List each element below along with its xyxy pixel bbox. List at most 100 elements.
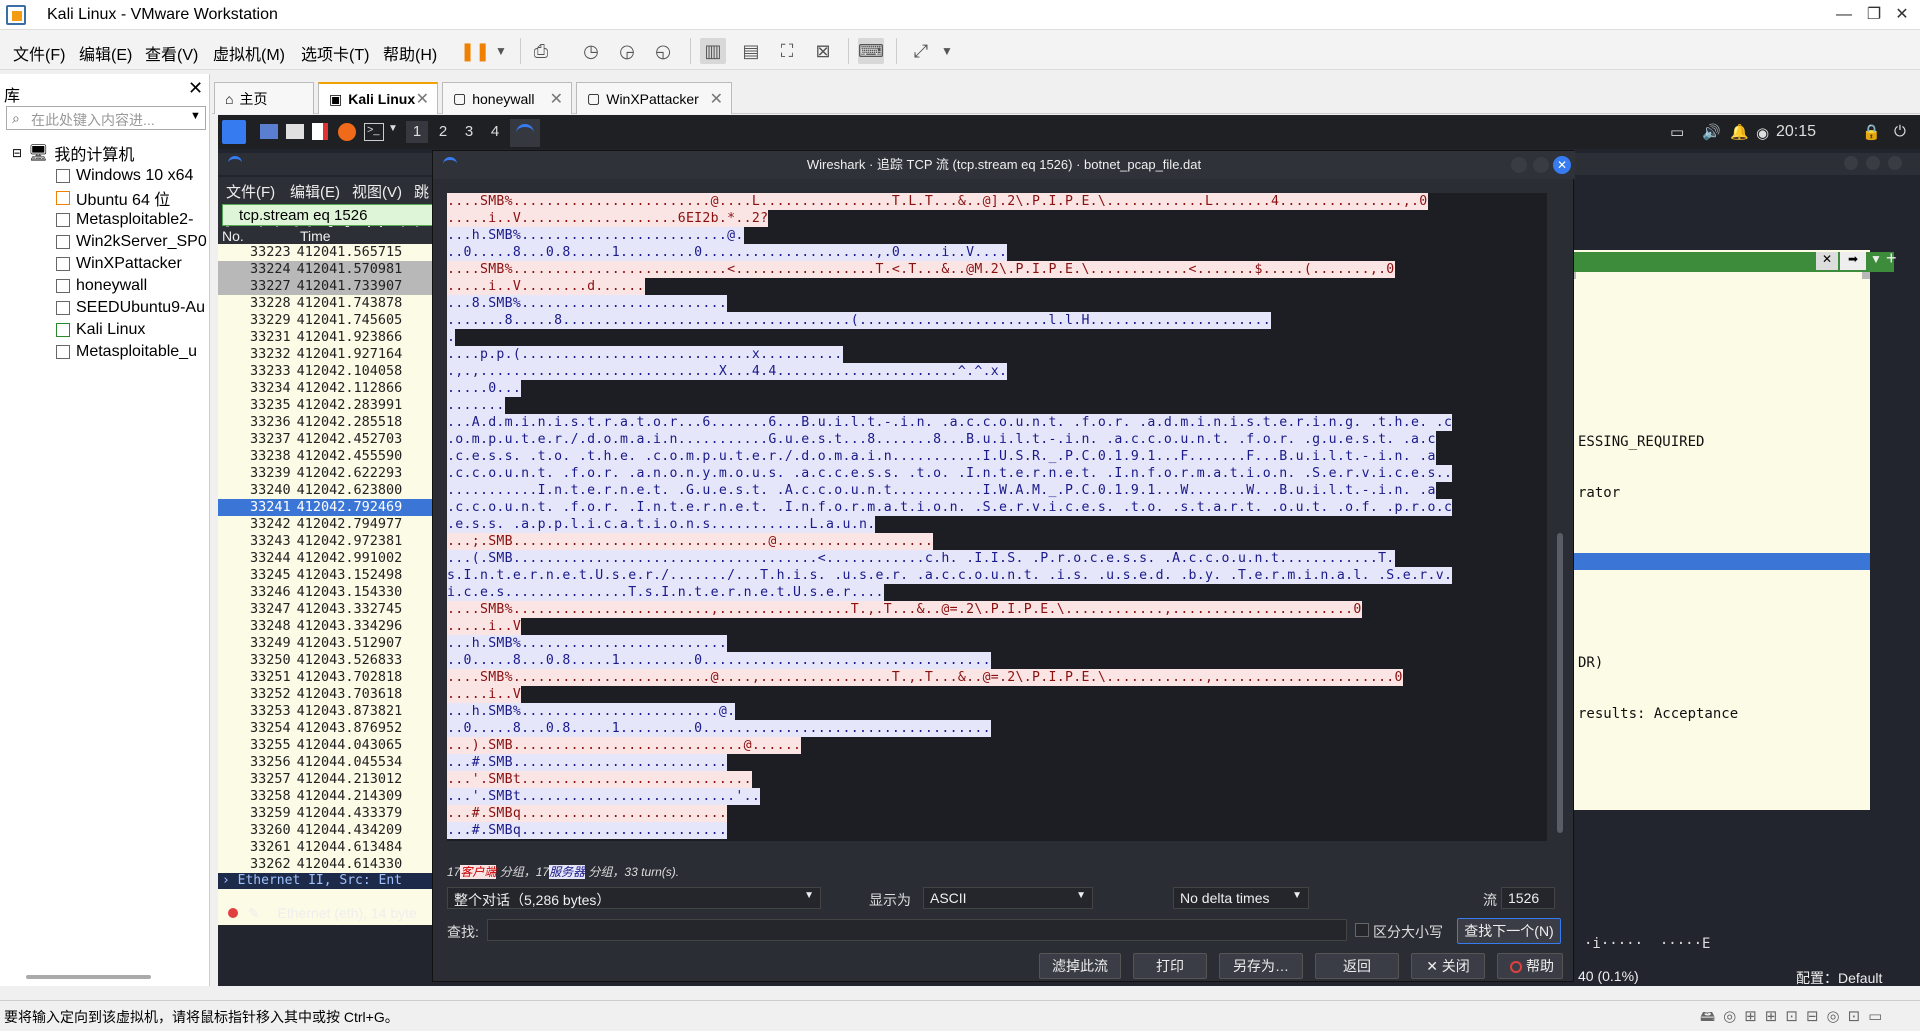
table-row[interactable]: 33237 412042.452703 [218, 431, 448, 448]
tree-vm-item[interactable]: Ubuntu 64 位 [56, 187, 170, 209]
table-row[interactable]: 33238 412042.455590 [218, 448, 448, 465]
table-row[interactable]: 33261 412044.613484 [218, 839, 448, 856]
table-row[interactable]: 33260 412044.434209 [218, 822, 448, 839]
snapshot-manager-icon[interactable]: ◵ [650, 38, 676, 64]
table-row[interactable]: 33244 412042.991002 [218, 550, 448, 567]
unity-icon[interactable]: ⊠ [810, 38, 836, 64]
table-row[interactable]: 33259 412044.433379 [218, 805, 448, 822]
library-search-input[interactable]: 在此处键入内容进... [6, 106, 206, 130]
menu-help[interactable]: 帮助(H) [383, 41, 437, 65]
minimize-icon[interactable] [1844, 156, 1858, 170]
add-filter-icon[interactable]: + [1886, 248, 1897, 269]
workspace-1[interactable]: 1 [406, 121, 428, 143]
power-icon[interactable]: ⏻ [1894, 123, 1906, 140]
display-icon[interactable]: ▭ [1670, 123, 1684, 141]
table-row[interactable]: 33252 412043.703618 [218, 686, 448, 703]
kali-menu-icon[interactable] [222, 120, 246, 144]
editor-icon[interactable] [312, 123, 328, 140]
table-row[interactable]: 33243 412042.972381 [218, 533, 448, 550]
filter-out-stream-button[interactable]: 滤掉此流 [1039, 953, 1121, 979]
save-as-button[interactable]: 另存为… [1219, 953, 1303, 979]
chevron-down-icon[interactable]: ▼ [934, 38, 960, 64]
help-button[interactable]: 帮助 [1497, 953, 1563, 979]
menu-vm[interactable]: 虚拟机(M) [213, 41, 285, 65]
table-row[interactable]: 33246 412043.154330 [218, 584, 448, 601]
case-sensitive-checkbox[interactable] [1355, 923, 1369, 937]
minimize-icon[interactable] [1511, 157, 1527, 173]
print-button[interactable]: 打印 [1133, 953, 1207, 979]
delta-select[interactable]: No delta times ▼ [1173, 887, 1309, 909]
send-keys-icon[interactable]: ⎙ [528, 38, 554, 64]
tree-vm-item[interactable]: honeywall [56, 275, 147, 297]
notification-icon[interactable]: 🔔 [1730, 123, 1749, 141]
find-next-button[interactable]: 查找下一个(N) [1457, 918, 1561, 944]
profile-label[interactable]: 配置：Default [1796, 968, 1882, 988]
snapshot-icon[interactable]: ◷ [578, 38, 604, 64]
display-filter-input[interactable]: tcp.stream eq 1526 [222, 204, 442, 226]
close-icon[interactable]: ✕ [710, 89, 723, 109]
find-input[interactable] [487, 919, 1347, 941]
chevron-down-icon[interactable]: ▼ [388, 123, 398, 134]
volume-icon[interactable]: 🔊 [1702, 123, 1721, 141]
tree-vm-item[interactable]: Metasploitable2- [56, 209, 193, 231]
firefox-icon[interactable] [338, 123, 356, 141]
ws-menu-edit[interactable]: 编辑(E) [290, 181, 340, 202]
library-view-icon[interactable]: ▥ [700, 38, 726, 64]
column-time[interactable]: Time [300, 228, 331, 244]
library-scrollbar[interactable] [26, 975, 151, 979]
stream-content[interactable]: ....SMB%........................@....L..… [447, 193, 1547, 841]
pause-icon[interactable]: ❚❚ [460, 38, 490, 64]
menu-view[interactable]: 查看(V) [145, 41, 198, 65]
table-row[interactable]: 33233 412042.104058 [218, 363, 448, 380]
stretch-icon[interactable]: ⤢ [908, 38, 934, 64]
tab-honeywall[interactable]: ▢ honeywall ✕ [442, 82, 572, 114]
close-icon[interactable] [1888, 156, 1902, 170]
ws-menu-view[interactable]: 视图(V) [352, 181, 402, 202]
menu-tabs[interactable]: 选项卡(T) [301, 41, 369, 65]
chevron-down-icon[interactable]: ▼ [190, 110, 201, 122]
terminal-icon[interactable]: >_ [364, 123, 384, 141]
table-row[interactable]: 33255 412044.043065 [218, 737, 448, 754]
conversation-select[interactable]: 整个对话（5,286 bytes） ▼ [447, 887, 821, 909]
table-row[interactable]: 33240 412042.623800 [218, 482, 448, 499]
table-row[interactable]: 33258 412044.214309 [218, 788, 448, 805]
close-button[interactable]: ✕ 关闭 [1411, 953, 1485, 979]
close-icon[interactable]: ✕ [1884, 3, 1920, 27]
table-row[interactable]: 33234 412042.112866 [218, 380, 448, 397]
tree-vm-item[interactable]: WinXPattacker [56, 253, 182, 275]
clear-filter-icon[interactable]: ✕ [1816, 252, 1838, 270]
device-icons[interactable]: 🖴◎⊞⊞⊡⊟◎⊡▭ [1700, 1006, 1890, 1031]
apply-filter-icon[interactable]: ➡ [1840, 252, 1866, 270]
packet-detail-pane[interactable]: ESSING_REQUIRED rator DR) results: Accep… [1574, 250, 1870, 810]
table-row[interactable]: 33236 412042.285518 [218, 414, 448, 431]
close-icon[interactable]: ✕ [416, 89, 429, 109]
menu-file[interactable]: 文件(F) [13, 41, 65, 65]
workspace-2[interactable]: 2 [432, 121, 454, 143]
menu-edit[interactable]: 编辑(E) [79, 41, 132, 65]
tree-root[interactable]: ⊟ 🖥 我的计算机 [12, 142, 134, 164]
lock-icon[interactable]: 🔒 [1862, 123, 1881, 141]
ws-menu-go[interactable]: 跳 [414, 181, 429, 202]
desktop-icon[interactable] [260, 124, 278, 139]
table-row[interactable]: 33242 412042.794977 [218, 516, 448, 533]
table-row[interactable]: 33231 412041.923866 [218, 329, 448, 346]
tab-home[interactable]: ⌂ 主页 [214, 82, 314, 114]
table-row[interactable]: 33227 412041.733907 [218, 278, 448, 295]
tab-kali[interactable]: ▣ Kali Linux ✕ [318, 82, 438, 114]
table-row[interactable]: 33254 412043.876952 [218, 720, 448, 737]
workspace-3[interactable]: 3 [458, 121, 480, 143]
packet-detail-row[interactable]: › Ethernet II, Src: Ent [218, 873, 448, 889]
close-icon[interactable]: ✕ [188, 78, 203, 99]
column-no[interactable]: No. [222, 228, 244, 244]
table-row[interactable]: 33248 412043.334296 [218, 618, 448, 635]
table-row[interactable]: 33232 412041.927164 [218, 346, 448, 363]
table-row[interactable]: 33257 412044.213012 [218, 771, 448, 788]
wireshark-taskbar-icon[interactable] [510, 119, 540, 147]
table-row[interactable]: 33235 412042.283991 [218, 397, 448, 414]
packet-list[interactable]: 33223 412041.565715 33224 412041.570981 3322… [218, 244, 448, 873]
tree-vm-item[interactable]: Win2kServer_SP0 [56, 231, 207, 253]
stream-scrollbar[interactable] [1555, 193, 1565, 841]
table-row[interactable]: 33247 412043.332745 [218, 601, 448, 618]
maximize-icon[interactable] [1533, 157, 1549, 173]
workspace-4[interactable]: 4 [484, 121, 506, 143]
